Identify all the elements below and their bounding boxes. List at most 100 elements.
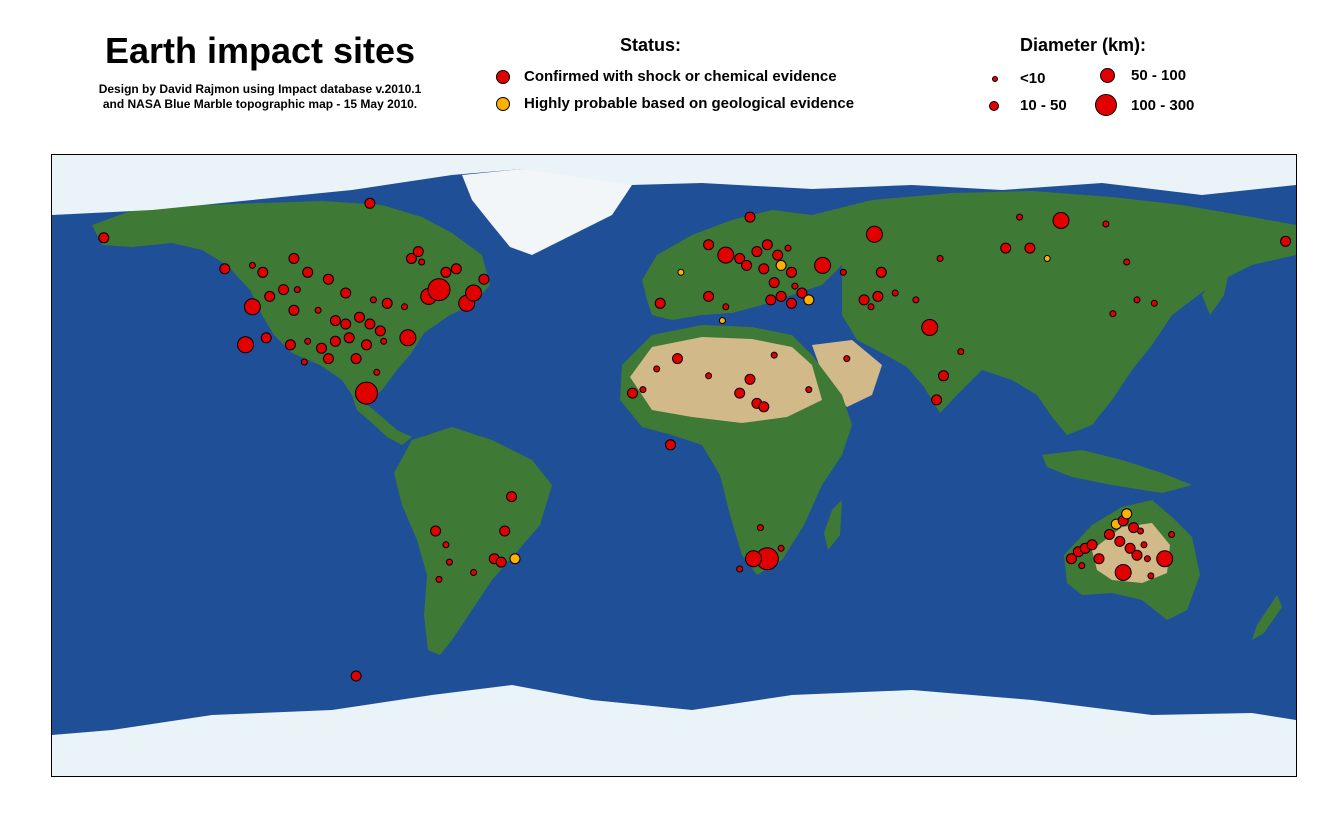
impact-site-marker[interactable] (938, 370, 949, 382)
impact-site-marker[interactable] (677, 268, 685, 276)
impact-site-marker[interactable] (478, 273, 490, 285)
impact-site-marker[interactable] (805, 386, 813, 394)
impact-site-marker[interactable] (1103, 529, 1115, 540)
impact-site-marker[interactable] (350, 670, 362, 682)
impact-site-marker[interactable] (921, 319, 939, 336)
impact-site-marker[interactable] (1024, 242, 1036, 254)
impact-site-marker[interactable] (1086, 539, 1098, 551)
impact-site-marker[interactable] (744, 211, 756, 223)
impact-site-marker[interactable] (316, 342, 327, 354)
impact-site-marker[interactable] (775, 259, 787, 271)
impact-site-marker[interactable] (745, 550, 762, 568)
impact-site-marker[interactable] (361, 339, 372, 351)
impact-site-marker[interactable] (931, 394, 943, 406)
impact-site-marker[interactable] (1280, 235, 1292, 247)
impact-site-marker[interactable] (98, 232, 110, 244)
impact-site-marker[interactable] (364, 318, 376, 330)
impact-site-marker[interactable] (445, 558, 453, 566)
impact-site-marker[interactable] (867, 303, 875, 311)
impact-site-marker[interactable] (1143, 555, 1151, 563)
impact-site-marker[interactable] (288, 253, 300, 264)
impact-site-marker[interactable] (770, 351, 778, 359)
impact-site-marker[interactable] (1168, 531, 1176, 538)
world-map[interactable] (51, 154, 1297, 777)
impact-site-marker[interactable] (957, 348, 965, 356)
impact-site-marker[interactable] (843, 355, 851, 363)
impact-site-marker[interactable] (427, 278, 451, 302)
impact-site-marker[interactable] (751, 246, 763, 258)
impact-site-marker[interactable] (243, 298, 261, 316)
impact-site-marker[interactable] (1123, 258, 1131, 266)
impact-site-marker[interactable] (722, 303, 730, 311)
impact-site-marker[interactable] (343, 332, 355, 344)
impact-site-marker[interactable] (791, 282, 799, 290)
impact-site-marker[interactable] (1150, 299, 1158, 307)
impact-site-marker[interactable] (418, 258, 426, 266)
impact-site-marker[interactable] (765, 294, 777, 306)
impact-site-marker[interactable] (237, 336, 254, 354)
impact-site-marker[interactable] (741, 259, 753, 271)
impact-site-marker[interactable] (803, 294, 815, 306)
impact-site-marker[interactable] (506, 491, 518, 503)
impact-site-marker[interactable] (329, 335, 341, 347)
impact-site-marker[interactable] (639, 386, 647, 394)
impact-site-marker[interactable] (786, 297, 797, 309)
impact-site-marker[interactable] (936, 255, 944, 262)
impact-site-marker[interactable] (1133, 296, 1141, 304)
impact-site-marker[interactable] (304, 337, 312, 345)
impact-site-marker[interactable] (314, 306, 322, 314)
impact-site-marker[interactable] (293, 286, 301, 294)
impact-site-marker[interactable] (758, 263, 770, 275)
impact-site-marker[interactable] (784, 244, 792, 252)
impact-site-marker[interactable] (912, 296, 920, 304)
impact-site-marker[interactable] (373, 368, 381, 376)
impact-site-marker[interactable] (865, 225, 883, 243)
impact-site-marker[interactable] (364, 197, 376, 209)
impact-site-marker[interactable] (470, 569, 478, 576)
impact-site-marker[interactable] (672, 353, 683, 365)
impact-site-marker[interactable] (718, 317, 726, 325)
impact-site-marker[interactable] (340, 287, 352, 299)
impact-site-marker[interactable] (717, 246, 735, 264)
impact-site-marker[interactable] (440, 266, 452, 278)
impact-site-marker[interactable] (1121, 508, 1133, 520)
impact-site-marker[interactable] (1093, 553, 1105, 565)
impact-site-marker[interactable] (777, 544, 785, 552)
impact-site-marker[interactable] (260, 332, 272, 344)
impact-site-marker[interactable] (758, 401, 770, 413)
impact-site-marker[interactable] (761, 239, 773, 251)
impact-site-marker[interactable] (1114, 564, 1132, 581)
impact-site-marker[interactable] (1156, 550, 1174, 568)
impact-site-marker[interactable] (665, 439, 676, 451)
impact-site-marker[interactable] (354, 311, 365, 323)
impact-site-marker[interactable] (768, 277, 780, 289)
impact-site-marker[interactable] (465, 284, 483, 302)
impact-site-marker[interactable] (509, 553, 521, 565)
impact-site-marker[interactable] (736, 565, 744, 573)
impact-site-marker[interactable] (703, 290, 715, 302)
impact-site-marker[interactable] (1114, 535, 1126, 547)
impact-site-marker[interactable] (248, 261, 256, 269)
impact-site-marker[interactable] (278, 284, 289, 296)
impact-site-marker[interactable] (786, 266, 797, 278)
impact-site-marker[interactable] (350, 353, 362, 365)
impact-site-marker[interactable] (300, 358, 308, 366)
impact-site-marker[interactable] (1043, 255, 1051, 262)
impact-site-marker[interactable] (858, 294, 870, 306)
impact-site-marker[interactable] (839, 268, 847, 276)
impact-site-marker[interactable] (219, 263, 231, 275)
impact-site-marker[interactable] (380, 337, 388, 345)
impact-site-marker[interactable] (442, 541, 450, 549)
impact-site-marker[interactable] (734, 387, 746, 399)
impact-site-marker[interactable] (340, 318, 352, 330)
impact-site-marker[interactable] (744, 373, 756, 385)
impact-site-marker[interactable] (264, 290, 276, 302)
impact-site-marker[interactable] (288, 304, 300, 316)
impact-site-marker[interactable] (450, 263, 462, 275)
impact-site-marker[interactable] (775, 290, 787, 302)
impact-site-marker[interactable] (302, 266, 314, 278)
impact-site-marker[interactable] (653, 365, 661, 373)
impact-site-marker[interactable] (1078, 562, 1086, 570)
impact-site-marker[interactable] (412, 246, 424, 258)
impact-site-marker[interactable] (322, 273, 334, 285)
